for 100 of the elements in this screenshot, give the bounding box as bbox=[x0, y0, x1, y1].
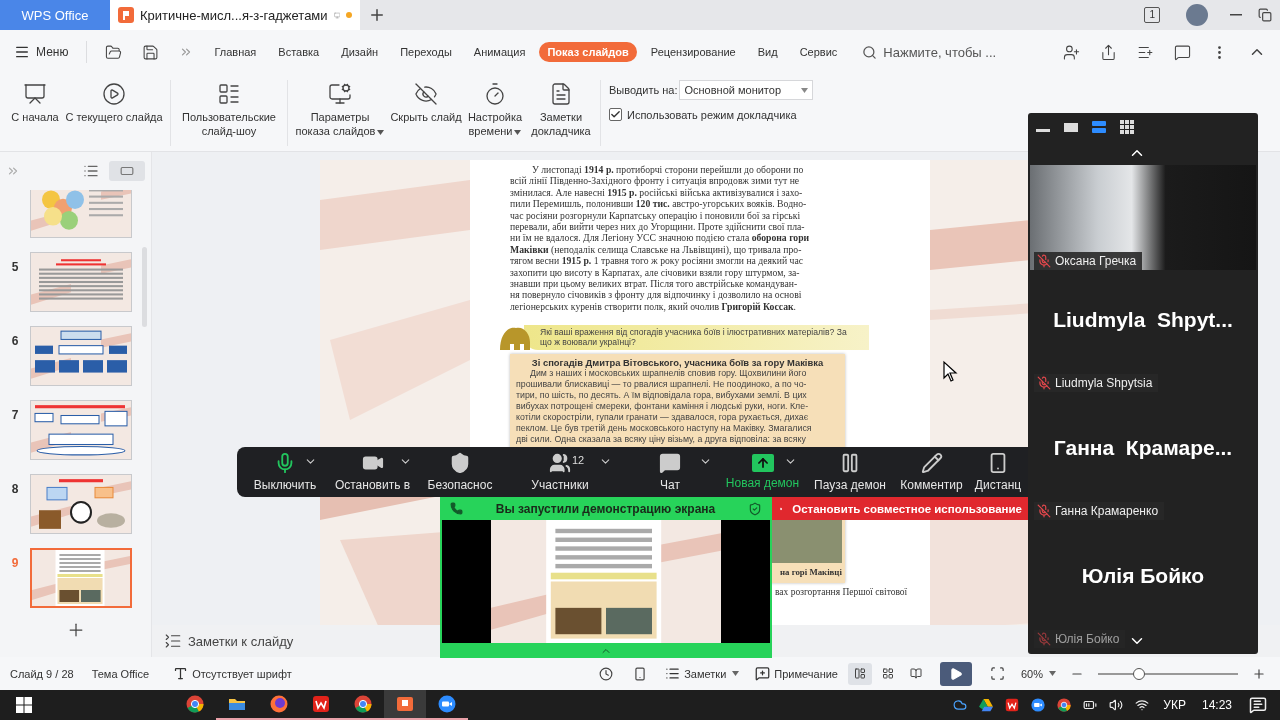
video-meeting-icon bbox=[438, 695, 456, 713]
zoom-level[interactable]: 60% bbox=[1014, 665, 1062, 682]
ribbon-tab[interactable]: Дизайн bbox=[333, 42, 387, 62]
share-icon[interactable] bbox=[1100, 43, 1117, 61]
clock-icon[interactable] bbox=[599, 666, 614, 681]
scrollbar-thumb[interactable] bbox=[142, 247, 147, 327]
toolbar-button[interactable]: Остановить в bbox=[325, 447, 420, 497]
slide-thumbnail[interactable] bbox=[30, 400, 132, 460]
grid-view-icon bbox=[1120, 119, 1134, 134]
slide-icon bbox=[120, 164, 134, 178]
minimize-icon bbox=[1230, 14, 1242, 16]
fit-icon[interactable] bbox=[989, 666, 1005, 681]
ribbon-tab[interactable]: Рецензирование bbox=[642, 42, 744, 62]
search-icon bbox=[862, 44, 878, 60]
ribbon-button[interactable]: С начала bbox=[10, 80, 60, 146]
participant-name: Ганна Крамаренко bbox=[1055, 504, 1159, 518]
ribbon-button[interactable]: С текущего слайда bbox=[64, 80, 164, 146]
check-icon bbox=[610, 109, 621, 120]
toolbar-button[interactable]: Новая демон bbox=[720, 447, 805, 497]
cloud-icon bbox=[953, 697, 968, 713]
caret-icon bbox=[732, 671, 740, 676]
muted-microphone-icon bbox=[1037, 632, 1051, 646]
ribbon-button[interactable]: Настройка времени bbox=[466, 80, 524, 146]
slide-thumbnail[interactable] bbox=[30, 548, 132, 608]
slider-thumb[interactable] bbox=[1133, 667, 1145, 680]
view-button[interactable] bbox=[847, 662, 872, 685]
ribbon-button[interactable]: Скрыть слайд bbox=[390, 80, 462, 146]
output-label: Выводить на: bbox=[609, 84, 678, 96]
ribbon-tab[interactable]: Вставка bbox=[270, 42, 328, 62]
ribbon-tab[interactable]: Главная bbox=[206, 42, 265, 62]
slide-thumbnail[interactable] bbox=[30, 252, 132, 312]
list-icon bbox=[217, 82, 241, 106]
folder-icon bbox=[105, 43, 123, 61]
muted-microphone-icon bbox=[1037, 376, 1051, 390]
stop-sharing-button[interactable]: Остановить совместное использование bbox=[772, 497, 1030, 520]
view-mode-button[interactable] bbox=[1064, 120, 1078, 133]
ribbon-button[interactable]: Параметры показа слайдов bbox=[294, 80, 386, 146]
slide-thumbnail[interactable] bbox=[30, 190, 132, 238]
comment-icon[interactable] bbox=[1174, 43, 1191, 61]
participant-count: 12 bbox=[572, 454, 585, 466]
view-mode-button[interactable] bbox=[1092, 120, 1106, 133]
wifi-icon bbox=[1135, 697, 1150, 713]
zoom-in-icon[interactable] bbox=[1252, 666, 1266, 681]
search-field[interactable]: Нажмите, чтобы ... bbox=[862, 43, 1013, 61]
app-tab[interactable]: WPS Office bbox=[0, 0, 110, 30]
avatar bbox=[1186, 4, 1208, 26]
quote-text: Дим з наших і московських шрапнелів сповив гору. Щохвилини його прошивали блискавиці — то рвалися шрапнелі. Не поодиноко, а по чо- тири, по шість, по десять. А їм відповідала гора, вибухами землі. В цих вибухах потрощені смереки, фонтани каміння і людські руки, ноги. Кле- котіли скоростріли, гупали гранати — здавалося, гора рухається, дихає пеклом. Це був третій день московського наступу на Маківку. Змагалися дві сили. Одна сказала за всяку ціну візьму, а друга відповіла: за всяку bbox=[516, 368, 813, 446]
slide-thumbnail[interactable] bbox=[30, 474, 132, 534]
menu-button[interactable]: Меню bbox=[6, 40, 77, 64]
restore-icon bbox=[1258, 8, 1272, 22]
checkbox[interactable] bbox=[609, 108, 622, 121]
notes-icon bbox=[549, 82, 573, 106]
browser-icon bbox=[270, 695, 288, 713]
phone-icon bbox=[450, 502, 463, 515]
toolbar-button[interactable]: Чат bbox=[620, 447, 720, 497]
toolbar-button[interactable]: Выключить bbox=[245, 447, 325, 497]
checkbox-label: Использовать режим докладчика bbox=[627, 108, 797, 121]
document-tab[interactable]: Критичне-мисл...я-з-гаджетами bbox=[110, 0, 360, 30]
speaker-icon bbox=[1109, 697, 1124, 713]
clock: 14:23 bbox=[1201, 698, 1232, 712]
ribbon-tab[interactable]: Переходы bbox=[392, 42, 460, 62]
ribbon-tab[interactable]: Анимация bbox=[465, 42, 534, 62]
browser-icon bbox=[186, 695, 204, 713]
monitor-select[interactable]: Основной монитор bbox=[679, 80, 814, 100]
play-button[interactable] bbox=[939, 661, 972, 686]
participant-name: Оксана Гречка bbox=[1055, 254, 1137, 268]
slide-counter: Слайд 9 / 28 bbox=[10, 667, 74, 680]
speaker-view-icon bbox=[1092, 120, 1106, 133]
plus-icon bbox=[368, 6, 386, 24]
slideshow-icon bbox=[23, 82, 47, 106]
slides-view-button[interactable] bbox=[109, 161, 145, 181]
missing-font-button[interactable]: Отсутствует шрифт bbox=[167, 664, 298, 683]
comment-plus-icon bbox=[755, 666, 771, 681]
font-icon bbox=[173, 666, 189, 681]
slide-thumbnail[interactable] bbox=[30, 326, 132, 386]
toolbar-button[interactable]: 12 Участники bbox=[500, 447, 620, 497]
toolbar-button[interactable]: Комментир bbox=[895, 447, 968, 497]
ribbon-button[interactable]: Пользовательские слайд-шоу bbox=[177, 80, 281, 146]
slide-notes-button[interactable]: Заметки к слайду bbox=[158, 631, 300, 651]
toolbar-button[interactable]: Дистанц bbox=[968, 447, 1028, 497]
ribbon-button[interactable]: Заметки докладчика bbox=[528, 80, 594, 146]
single-view-icon bbox=[1064, 120, 1078, 133]
notes-list-icon bbox=[164, 632, 182, 650]
comment-button[interactable]: Примечание bbox=[749, 664, 844, 683]
ribbon-tab[interactable]: Вид bbox=[749, 42, 786, 62]
participant-display-name: Liudmyla Shpyt... bbox=[1052, 308, 1234, 332]
office-app-icon bbox=[1005, 697, 1020, 713]
outline-view-icon[interactable] bbox=[83, 163, 99, 179]
grid-view-icon bbox=[881, 666, 894, 681]
toolbar-button[interactable]: Безопаснос bbox=[420, 447, 500, 497]
pencil-icon bbox=[920, 452, 943, 474]
phone-icon[interactable] bbox=[633, 666, 648, 681]
quote-title: Зі спогадів Дмитра Вітовського, учасника боїв за гору Маківка bbox=[530, 357, 825, 369]
taskbar-app[interactable] bbox=[384, 690, 426, 720]
toolbar-button[interactable]: Пауза демон bbox=[805, 447, 895, 497]
notes-button[interactable]: Заметки bbox=[659, 664, 746, 683]
normal-view-icon bbox=[853, 666, 866, 681]
ribbon-tab[interactable]: Сервис bbox=[791, 42, 846, 62]
view-mode-button[interactable] bbox=[1120, 119, 1134, 134]
add-user-icon[interactable] bbox=[1063, 43, 1080, 61]
